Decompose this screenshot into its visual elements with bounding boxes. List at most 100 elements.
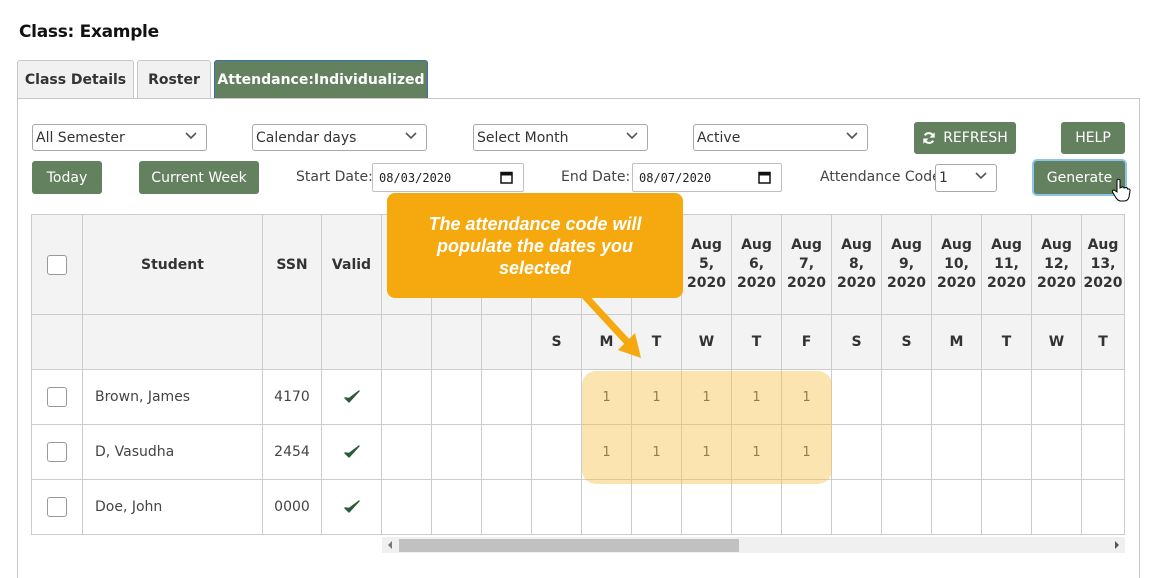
attendance-cell[interactable] — [582, 480, 632, 535]
attendance-cell[interactable]: 1 — [732, 425, 782, 480]
attendance-cell[interactable] — [532, 425, 582, 480]
tab-bar: Class Details Roster Attendance:Individu… — [17, 60, 431, 99]
semester-select[interactable]: All Semester — [32, 124, 207, 151]
attendance-cell[interactable]: 1 — [582, 425, 632, 480]
row-ssn-cell: 4170 — [263, 370, 322, 425]
today-button[interactable]: Today — [32, 161, 102, 194]
attendance-cell[interactable] — [482, 370, 532, 425]
row-ssn-cell: 0000 — [263, 480, 322, 535]
row-checkbox[interactable] — [47, 497, 67, 517]
student-name: Doe, John — [95, 499, 163, 515]
date-header-label: Aug 9, 2020 — [887, 237, 926, 291]
calendar-icon[interactable] — [758, 171, 771, 184]
row-cb-cell[interactable] — [32, 480, 83, 535]
attendance-cell[interactable] — [532, 370, 582, 425]
refresh-icon — [923, 132, 935, 144]
hand-cursor-icon — [1111, 178, 1131, 202]
attendance-cell[interactable] — [682, 480, 732, 535]
row-student-cell: Brown, James — [83, 370, 263, 425]
day-type-select-value: Calendar days — [256, 129, 357, 146]
attendance-cell[interactable]: 1 — [632, 370, 682, 425]
row-checkbox[interactable] — [47, 387, 67, 407]
header-cb[interactable] — [32, 215, 83, 315]
attendance-cell[interactable] — [982, 480, 1032, 535]
attendance-cell[interactable]: 1 — [682, 425, 732, 480]
day-header-label: S — [901, 334, 912, 350]
attendance-code: 1 — [752, 389, 761, 405]
row-cb-cell[interactable] — [32, 370, 83, 425]
refresh-button[interactable]: REFRESH — [914, 122, 1016, 154]
attendance-cell[interactable] — [832, 370, 882, 425]
attendance-cell[interactable] — [882, 480, 932, 535]
day-header: T — [982, 315, 1032, 370]
attendance-cell[interactable] — [532, 480, 582, 535]
attendance-cell[interactable] — [432, 480, 482, 535]
row-cb-cell[interactable] — [32, 425, 83, 480]
attendance-cell[interactable] — [432, 425, 482, 480]
attendance-cell[interactable] — [1032, 480, 1082, 535]
calendar-icon[interactable] — [500, 171, 513, 184]
end-date-value: 08/07/2020 — [639, 170, 712, 185]
attendance-code: 1 — [702, 389, 711, 405]
attendance-cell[interactable] — [932, 370, 982, 425]
help-button[interactable]: HELP — [1061, 122, 1125, 154]
attendance-cell[interactable]: 1 — [782, 425, 832, 480]
attendance-cell[interactable] — [882, 370, 932, 425]
attendance-cell[interactable] — [482, 425, 532, 480]
attendance-cell[interactable]: 1 — [782, 370, 832, 425]
attendance-cell[interactable]: 1 — [732, 370, 782, 425]
date-header: Aug 9, 2020 — [882, 215, 932, 315]
status-select-value: Active — [697, 129, 741, 146]
attendance-cell[interactable]: 1 — [682, 370, 732, 425]
day-header: W — [1032, 315, 1082, 370]
tab-roster[interactable]: Roster — [137, 60, 211, 99]
current-week-button[interactable]: Current Week — [139, 161, 259, 194]
attendance-cell[interactable] — [382, 425, 432, 480]
attendance-cell[interactable] — [382, 370, 432, 425]
scrollbar-thumb[interactable] — [399, 539, 739, 552]
attendance-cell[interactable] — [482, 480, 532, 535]
end-date-input[interactable]: 08/07/2020 — [632, 163, 782, 192]
attendance-cell[interactable]: 1 — [632, 425, 682, 480]
attendance-cell[interactable] — [1082, 370, 1125, 425]
start-date-input[interactable]: 08/03/2020 — [372, 163, 524, 192]
attendance-cell[interactable] — [432, 370, 482, 425]
attendance-cell[interactable] — [1082, 480, 1125, 535]
attendance-code-value: 1 — [939, 170, 948, 186]
day-type-select[interactable]: Calendar days — [252, 124, 427, 151]
attendance-cell[interactable] — [832, 480, 882, 535]
day-header-label: S — [551, 334, 562, 350]
attendance-cell[interactable] — [1032, 370, 1082, 425]
attendance-code-select[interactable]: 1 — [935, 164, 997, 192]
tab-attendance-individualized[interactable]: Attendance:Individualized — [214, 60, 428, 99]
date-header-label: Aug 10, 2020 — [937, 237, 976, 291]
scroll-right-icon[interactable] — [1115, 541, 1119, 549]
attendance-cell[interactable] — [732, 480, 782, 535]
status-select[interactable]: Active — [693, 124, 868, 151]
date-header: Aug 10, 2020 — [932, 215, 982, 315]
attendance-cell[interactable]: 1 — [582, 370, 632, 425]
attendance-cell[interactable] — [832, 425, 882, 480]
student-name: Brown, James — [95, 389, 191, 405]
month-select-value: Select Month — [477, 129, 569, 146]
horizontal-scrollbar[interactable] — [382, 537, 1125, 553]
attendance-cell[interactable] — [982, 425, 1032, 480]
attendance-cell[interactable] — [932, 480, 982, 535]
tab-class-details[interactable]: Class Details — [17, 60, 134, 99]
header-valid-label: Valid — [331, 256, 372, 273]
scroll-left-icon[interactable] — [388, 541, 392, 549]
row-checkbox[interactable] — [47, 442, 67, 462]
month-select[interactable]: Select Month — [473, 124, 648, 151]
attendance-cell[interactable] — [1032, 425, 1082, 480]
day-header-label: T — [751, 334, 762, 350]
date-header-label: Aug 8, 2020 — [837, 237, 876, 291]
day-header-label: S — [851, 334, 862, 350]
attendance-cell[interactable] — [882, 425, 932, 480]
select-all-checkbox[interactable] — [47, 254, 67, 275]
attendance-cell[interactable] — [382, 480, 432, 535]
attendance-cell[interactable] — [632, 480, 682, 535]
attendance-cell[interactable] — [982, 370, 1032, 425]
attendance-cell[interactable] — [932, 425, 982, 480]
attendance-cell[interactable] — [782, 480, 832, 535]
attendance-cell[interactable] — [1082, 425, 1125, 480]
